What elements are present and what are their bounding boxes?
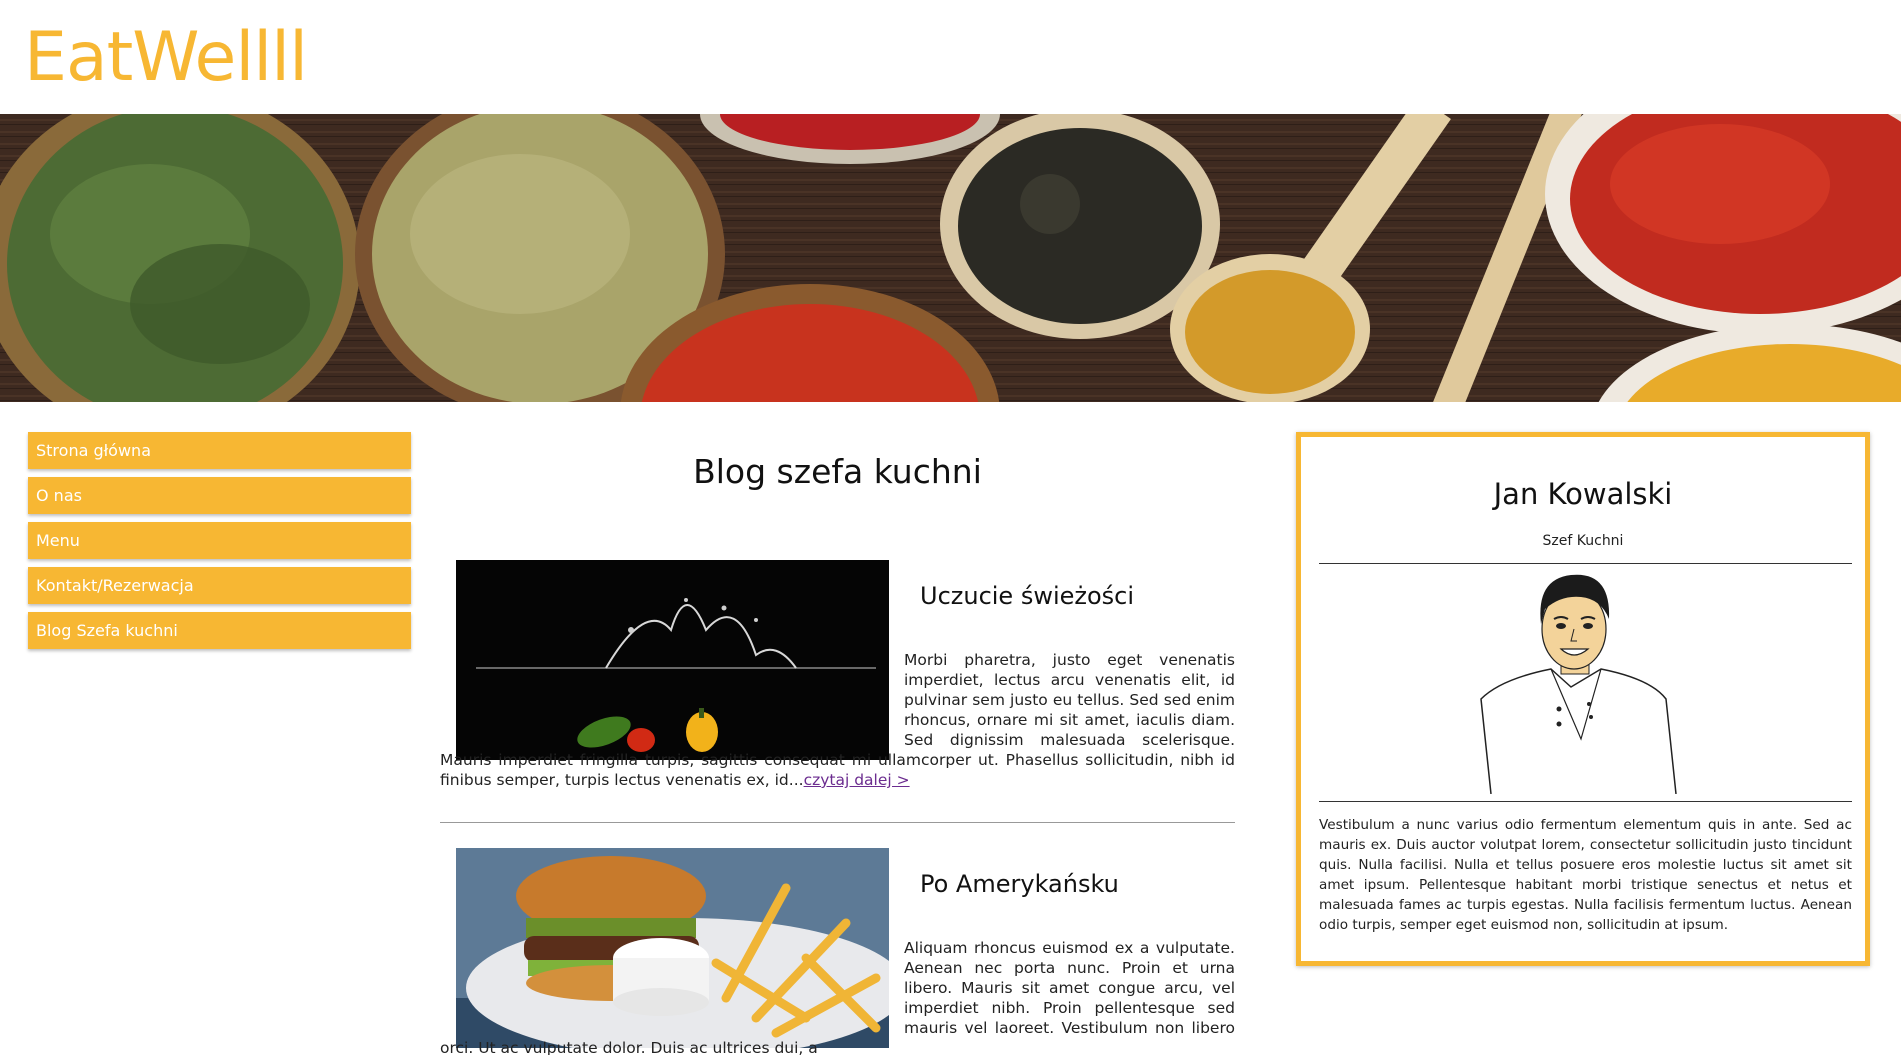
nav-item-blog[interactable]: Blog Szefa kuchni (28, 612, 411, 649)
sidebar-nav: Strona główna O nas Menu Kontakt/Rezerwa… (28, 432, 411, 657)
chef-profile-card: Jan Kowalski Szef Kuchni Vestibulum a nu… (1296, 432, 1870, 966)
chef-portrait-illustration (1461, 569, 1691, 795)
nav-item-contact[interactable]: Kontakt/Rezerwacja (28, 567, 411, 604)
read-more-link[interactable]: czytaj dalej > (804, 771, 910, 789)
chef-name: Jan Kowalski (1493, 477, 1673, 511)
chef-bio: Vestibulum a nunc varius odio fermentum … (1319, 817, 1852, 933)
chef-role: Szef Kuchni (1542, 533, 1624, 549)
hero-banner-spices (0, 114, 1901, 402)
post-excerpt: Morbi pharetra, justo eget venenatis imp… (440, 650, 1235, 790)
chef-divider-top (1319, 563, 1852, 564)
nav-item-about[interactable]: O nas (28, 477, 411, 514)
blog-post: Po Amerykańsku Aliquam rhoncus euismod e… (440, 848, 1235, 1055)
blog-post: Uczucie świeżości Morbi pharetra, justo … (440, 560, 1235, 832)
site-logo[interactable]: EatWellll (24, 18, 308, 98)
post-excerpt: Aliquam rhoncus euismod ex a vulputate. … (440, 938, 1235, 1055)
nav-item-menu[interactable]: Menu (28, 522, 411, 559)
nav-item-home[interactable]: Strona główna (28, 432, 411, 469)
chef-divider-bottom (1319, 801, 1852, 802)
post-divider (440, 822, 1235, 823)
page-title: Blog szefa kuchni (693, 452, 982, 491)
